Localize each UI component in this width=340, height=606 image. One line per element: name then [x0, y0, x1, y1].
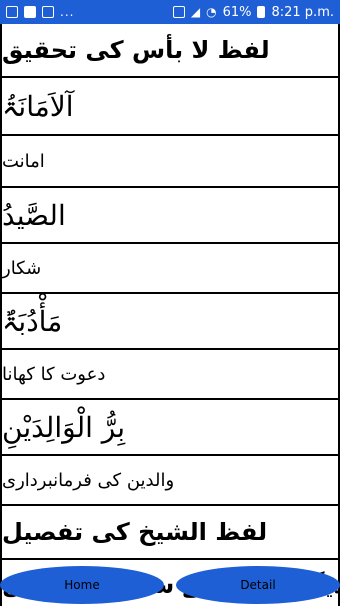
detail-button[interactable]: Detail	[176, 566, 340, 604]
more-notifications: ...	[60, 5, 75, 19]
sim-icon	[172, 6, 185, 18]
list-item-label: لفظ لا بأس کی تحقیق	[2, 36, 270, 64]
list-item[interactable]: والدین کی فرمانبرداری	[2, 456, 338, 506]
home-button[interactable]: Home	[0, 566, 164, 604]
list-item-label: الصَّیدُ	[2, 198, 66, 232]
list-item-label: والدین کی فرمانبرداری	[2, 469, 175, 491]
clock: 8:21 p.m.	[271, 4, 334, 20]
list-item-label: مَأْدُبَۃٌ	[2, 304, 63, 338]
list-item[interactable]: الصَّیدُ	[2, 188, 338, 244]
status-bar-left: ...	[6, 5, 74, 19]
list-item[interactable]: لفظ الشیخ کی تفصیل	[2, 506, 338, 560]
signal-icon: ◢	[190, 5, 201, 19]
list-item[interactable]: شکار	[2, 244, 338, 294]
list-item[interactable]: امانت	[2, 136, 338, 188]
message-icon	[42, 6, 54, 18]
list-item[interactable]: بِرُّ الْوَالِدَیْنِ	[2, 400, 338, 456]
list-item-label: آلاَمَانَۃُ	[2, 89, 74, 123]
list-item-label: لفظ الشیخ کی تفصیل	[2, 518, 268, 546]
messenger-icon	[24, 6, 36, 18]
wifi-icon: ◔	[206, 5, 217, 19]
status-bar: ... ◢ ◔ 61% 8:21 p.m.	[0, 0, 340, 24]
bottom-navigation: Home Detail	[0, 564, 340, 606]
list-item[interactable]: لفظ لا بأس کی تحقیق	[2, 24, 338, 78]
word-list: لفظ لا بأس کی تحقیق آلاَمَانَۃُ امانت ال…	[0, 24, 340, 606]
status-bar-right: ◢ ◔ 61% 8:21 p.m.	[172, 4, 334, 20]
list-item[interactable]: آلاَمَانَۃُ	[2, 78, 338, 136]
list-item-label: دعوت کا کھانا	[2, 363, 106, 385]
list-item-label: امانت	[2, 150, 45, 172]
list-item[interactable]: دعوت کا کھانا	[2, 350, 338, 400]
battery-icon	[257, 6, 266, 18]
list-item-label: شکار	[2, 257, 42, 279]
image-icon	[6, 6, 18, 18]
list-item[interactable]: مَأْدُبَۃٌ	[2, 294, 338, 350]
list-item-label: بِرُّ الْوَالِدَیْنِ	[2, 410, 126, 444]
battery-percent: 61%	[222, 4, 252, 20]
